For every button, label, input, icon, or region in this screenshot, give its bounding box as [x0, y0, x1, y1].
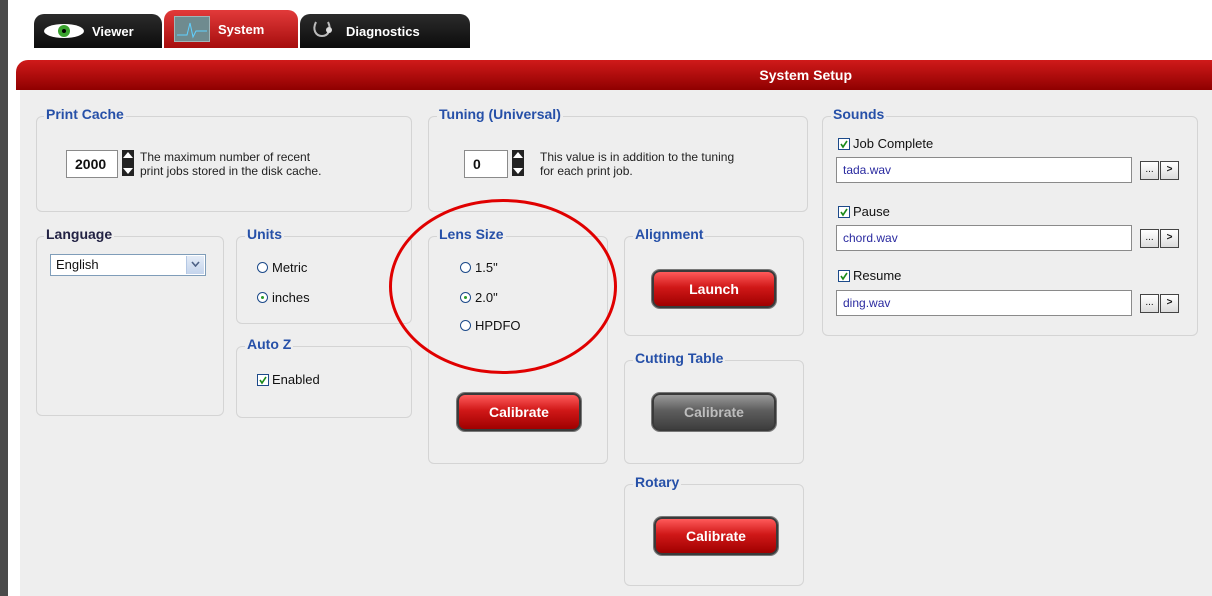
radio-selected-icon	[460, 292, 471, 303]
lens-size-title: Lens Size	[437, 226, 506, 242]
page-title: System Setup	[759, 67, 852, 83]
lens-size-2-0-radio[interactable]: 2.0"	[460, 290, 498, 305]
print-cache-input[interactable]: 2000	[66, 150, 118, 178]
language-select[interactable]: English	[50, 254, 206, 276]
auto-z-title: Auto Z	[245, 336, 294, 352]
sound-pause-file[interactable]: chord.wav	[836, 225, 1132, 251]
play-button[interactable]: >	[1160, 294, 1179, 313]
print-cache-stepper[interactable]	[122, 150, 134, 176]
stethoscope-icon	[310, 20, 338, 42]
units-inches-radio[interactable]: inches	[257, 290, 310, 305]
system-setup-header: System Setup	[16, 60, 1212, 90]
units-group	[236, 236, 412, 324]
tab-diagnostics[interactable]: Diagnostics	[300, 14, 470, 48]
checkbox-checked-icon	[838, 269, 850, 282]
play-button[interactable]: >	[1160, 229, 1179, 248]
browse-button[interactable]: ...	[1140, 229, 1159, 248]
rotary-title: Rotary	[633, 474, 682, 490]
tab-bar: Viewer System Diagnostics	[8, 0, 1212, 62]
units-title: Units	[245, 226, 284, 242]
tab-diagnostics-label: Diagnostics	[346, 23, 420, 39]
checkbox-checked-icon	[257, 373, 269, 386]
auto-z-enabled-checkbox[interactable]: Enabled	[257, 372, 320, 387]
lens-calibrate-button[interactable]: Calibrate	[457, 393, 581, 431]
tuning-description: This value is in addition to the tuning f…	[540, 150, 735, 178]
sound-job-complete-checkbox[interactable]: Job Complete	[838, 136, 933, 151]
browse-button[interactable]: ...	[1140, 161, 1159, 180]
graph-icon	[174, 16, 210, 42]
tab-viewer-label: Viewer	[92, 23, 134, 39]
tab-system[interactable]: System	[164, 10, 298, 48]
sound-job-complete-file[interactable]: tada.wav	[836, 157, 1132, 183]
tab-viewer[interactable]: Viewer	[34, 14, 162, 48]
print-cache-description: The maximum number of recent print jobs s…	[140, 150, 322, 178]
radio-icon	[460, 320, 471, 331]
browse-button[interactable]: ...	[1140, 294, 1159, 313]
tab-system-label: System	[218, 21, 265, 37]
tuning-title: Tuning (Universal)	[437, 106, 563, 122]
tuning-stepper[interactable]	[512, 150, 524, 176]
eye-icon	[44, 22, 84, 40]
sound-pause-checkbox[interactable]: Pause	[838, 204, 890, 219]
checkbox-checked-icon	[838, 137, 850, 150]
rotary-calibrate-button[interactable]: Calibrate	[654, 517, 778, 555]
tuning-input[interactable]: 0	[464, 150, 508, 178]
alignment-launch-button[interactable]: Launch	[652, 270, 776, 308]
radio-icon	[257, 262, 268, 273]
units-metric-radio[interactable]: Metric	[257, 260, 307, 275]
play-button[interactable]: >	[1160, 161, 1179, 180]
lens-size-1-5-radio[interactable]: 1.5"	[460, 260, 498, 275]
cutting-table-calibrate-button: Calibrate	[652, 393, 776, 431]
radio-icon	[460, 262, 471, 273]
language-title: Language	[44, 226, 115, 242]
language-selected: English	[56, 257, 99, 272]
lens-size-hpdfo-radio[interactable]: HPDFO	[460, 318, 521, 333]
sounds-title: Sounds	[831, 106, 887, 122]
checkbox-checked-icon	[838, 205, 850, 218]
radio-selected-icon	[257, 292, 268, 303]
window-edge	[0, 0, 8, 596]
sound-resume-checkbox[interactable]: Resume	[838, 268, 901, 283]
print-cache-title: Print Cache	[44, 106, 126, 122]
alignment-title: Alignment	[633, 226, 706, 242]
chevron-down-icon[interactable]	[186, 256, 204, 274]
cutting-table-title: Cutting Table	[633, 350, 726, 366]
sound-resume-file[interactable]: ding.wav	[836, 290, 1132, 316]
